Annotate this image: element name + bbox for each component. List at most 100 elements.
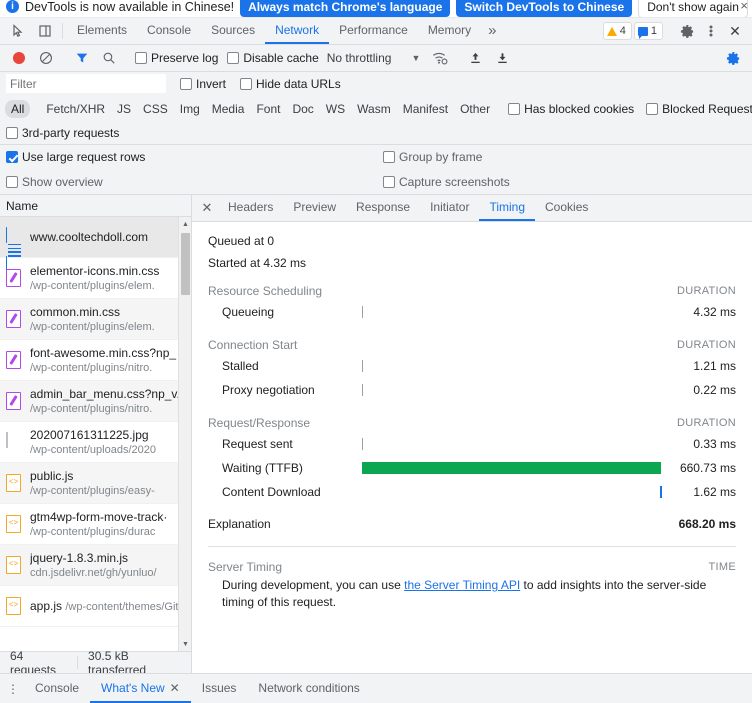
drawer-tab-console[interactable]: Console bbox=[24, 674, 90, 703]
tab-cookies[interactable]: Cookies bbox=[535, 195, 598, 221]
filter-input[interactable] bbox=[6, 74, 166, 93]
drawer-menu-icon[interactable]: ⋮ bbox=[2, 674, 24, 703]
third-party-requests-checkbox[interactable]: 3rd-party requests bbox=[6, 126, 119, 140]
tab-headers[interactable]: Headers bbox=[218, 195, 283, 221]
search-icon[interactable] bbox=[95, 51, 122, 65]
preserve-log-checkbox[interactable]: Preserve log bbox=[135, 51, 218, 65]
tab-preview[interactable]: Preview bbox=[283, 195, 346, 221]
tab-elements[interactable]: Elements bbox=[67, 18, 137, 44]
explanation-link[interactable]: Explanation bbox=[208, 517, 360, 531]
tab-console[interactable]: Console bbox=[137, 18, 201, 44]
timing-value: 1.62 ms bbox=[693, 485, 736, 499]
record-button[interactable] bbox=[5, 52, 32, 64]
time-header: TIME bbox=[708, 561, 736, 573]
stylesheet-icon bbox=[6, 350, 23, 370]
show-overview-checkbox[interactable]: Show overview bbox=[6, 175, 103, 189]
capture-screenshots-checkbox[interactable]: Capture screenshots bbox=[383, 175, 510, 189]
scroll-up-icon[interactable]: ▲ bbox=[179, 217, 191, 231]
request-text: www.cooltechdoll.com bbox=[30, 217, 148, 258]
switch-devtools-language-button[interactable]: Switch DevTools to Chinese bbox=[456, 0, 633, 17]
scroll-down-icon[interactable]: ▼ bbox=[179, 637, 191, 651]
table-row[interactable]: common.min.css /wp-content/plugins/elem. bbox=[0, 299, 191, 340]
use-large-request-rows-checkbox[interactable]: Use large request rows bbox=[6, 150, 145, 164]
request-text: elementor-icons.min.css /wp-content/plug… bbox=[30, 264, 191, 292]
close-icon[interactable]: ✕ bbox=[170, 681, 180, 695]
throttling-chevron-down-icon[interactable]: ▼ bbox=[411, 53, 420, 63]
warning-count: 4 bbox=[619, 25, 626, 37]
type-filter-manifest[interactable]: Manifest bbox=[397, 100, 454, 118]
tab-sources[interactable]: Sources bbox=[201, 18, 265, 44]
clear-button[interactable] bbox=[32, 51, 59, 65]
network-settings-gear-icon[interactable] bbox=[720, 51, 747, 66]
timing-bar-zone bbox=[360, 354, 664, 378]
hide-data-urls-checkbox[interactable]: Hide data URLs bbox=[240, 77, 341, 91]
throttling-select[interactable]: No throttling bbox=[327, 51, 392, 65]
drawer-tab-whats-new[interactable]: What's New ✕ bbox=[90, 674, 191, 703]
request-list-scrollbar[interactable]: ▲ ▼ bbox=[178, 217, 191, 651]
inspect-element-icon[interactable] bbox=[4, 18, 31, 44]
scrollbar-thumb[interactable] bbox=[181, 233, 190, 295]
drawer-tab-network-conditions[interactable]: Network conditions bbox=[247, 674, 370, 703]
drawer-tab-label: Console bbox=[35, 680, 80, 695]
blocked-requests-checkbox[interactable]: Blocked Requests bbox=[646, 102, 752, 116]
type-filter-font[interactable]: Font bbox=[250, 100, 286, 118]
close-devtools-icon[interactable]: ✕ bbox=[724, 20, 746, 42]
close-detail-icon[interactable]: ✕ bbox=[196, 195, 218, 221]
more-panels-icon[interactable]: » bbox=[481, 18, 503, 44]
type-filter-other[interactable]: Other bbox=[454, 100, 496, 118]
table-row[interactable]: 202007161311225.jpg /wp-content/uploads/… bbox=[0, 422, 191, 463]
type-filter-js[interactable]: JS bbox=[111, 100, 137, 118]
network-conditions-icon[interactable] bbox=[426, 51, 453, 65]
hide-data-urls-label: Hide data URLs bbox=[256, 76, 341, 91]
type-filter-all[interactable]: All bbox=[5, 99, 31, 118]
network-content: Name www.cooltechdoll.com elementor-icon… bbox=[0, 194, 752, 677]
settings-gear-icon[interactable] bbox=[676, 20, 698, 42]
type-filter-doc[interactable]: Doc bbox=[286, 100, 319, 118]
request-list-header: Name bbox=[0, 195, 191, 217]
group-by-frame-checkbox[interactable]: Group by frame bbox=[383, 150, 482, 164]
filter-funnel-icon[interactable] bbox=[68, 51, 95, 65]
table-row[interactable]: elementor-icons.min.css /wp-content/plug… bbox=[0, 258, 191, 299]
type-filter-css[interactable]: CSS bbox=[137, 100, 174, 118]
use-large-request-rows-label: Use large request rows bbox=[22, 150, 146, 164]
section-resource-scheduling: Resource Scheduling DURATION bbox=[208, 284, 736, 298]
timing-value: 1.21 ms bbox=[693, 359, 736, 373]
table-row[interactable]: font-awesome.min.css?np_ /wp-content/plu… bbox=[0, 340, 191, 381]
import-har-icon[interactable] bbox=[462, 51, 489, 65]
request-list[interactable]: www.cooltechdoll.com elementor-icons.min… bbox=[0, 217, 191, 651]
invert-checkbox[interactable]: Invert bbox=[180, 77, 226, 91]
type-filter-img[interactable]: Img bbox=[174, 100, 206, 118]
has-blocked-cookies-checkbox[interactable]: Has blocked cookies bbox=[508, 102, 634, 116]
type-filter-media[interactable]: Media bbox=[206, 100, 251, 118]
message-badge[interactable]: 1 bbox=[633, 22, 663, 40]
table-row[interactable]: <> gtm4wp-form-move-track· /wp-content/p… bbox=[0, 504, 191, 545]
stylesheet-icon bbox=[6, 309, 23, 329]
tab-timing[interactable]: Timing bbox=[479, 195, 536, 221]
request-text: jquery-1.8.3.min.js cdn.jsdelivr.net/gh/… bbox=[30, 551, 191, 579]
banner-close-icon[interactable]: × bbox=[740, 0, 748, 13]
dont-show-again-button[interactable]: Don't show again bbox=[638, 0, 748, 17]
more-options-icon[interactable] bbox=[700, 20, 722, 42]
warning-badge[interactable]: 4 bbox=[602, 22, 632, 40]
tab-memory[interactable]: Memory bbox=[418, 18, 481, 44]
tab-response[interactable]: Response bbox=[346, 195, 420, 221]
drawer-tab-issues[interactable]: Issues bbox=[191, 674, 248, 703]
export-har-icon[interactable] bbox=[489, 51, 516, 65]
tab-network[interactable]: Network bbox=[265, 18, 330, 44]
server-timing-api-link[interactable]: the Server Timing API bbox=[404, 578, 520, 592]
type-filter-ws[interactable]: WS bbox=[320, 100, 351, 118]
disable-cache-checkbox[interactable]: Disable cache bbox=[227, 51, 319, 65]
table-row[interactable]: <> app.js /wp-content/themes/Git-a bbox=[0, 586, 191, 627]
always-match-language-button[interactable]: Always match Chrome's language bbox=[240, 0, 451, 17]
table-row[interactable]: <> public.js /wp-content/plugins/easy- bbox=[0, 463, 191, 504]
tab-initiator[interactable]: Initiator bbox=[420, 195, 479, 221]
type-filter-wasm[interactable]: Wasm bbox=[351, 100, 397, 118]
device-toolbar-icon[interactable] bbox=[31, 18, 58, 44]
type-filter-fetch-xhr[interactable]: Fetch/XHR bbox=[40, 100, 111, 118]
table-row[interactable]: <> jquery-1.8.3.min.js cdn.jsdelivr.net/… bbox=[0, 545, 191, 586]
tab-performance[interactable]: Performance bbox=[329, 18, 418, 44]
request-text: common.min.css /wp-content/plugins/elem. bbox=[30, 305, 191, 333]
table-row[interactable]: admin_bar_menu.css?np_v. /wp-content/plu… bbox=[0, 381, 191, 422]
script-icon: <> bbox=[6, 514, 23, 534]
table-row[interactable]: www.cooltechdoll.com bbox=[0, 217, 191, 272]
